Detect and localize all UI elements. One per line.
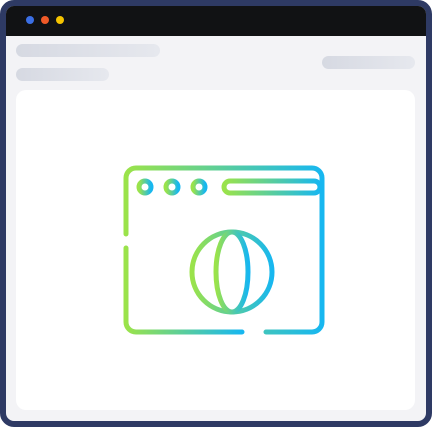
orange-window-dot[interactable]: [41, 16, 49, 24]
title-skeleton: [16, 44, 160, 57]
blue-window-dot[interactable]: [26, 16, 34, 24]
action-skeleton: [322, 56, 415, 69]
content-card: [16, 90, 415, 410]
browser-globe-icon: [123, 165, 325, 335]
subtitle-skeleton: [16, 68, 109, 81]
window-titlebar: [6, 6, 426, 36]
browser-window: [0, 0, 432, 427]
yellow-window-dot[interactable]: [56, 16, 64, 24]
